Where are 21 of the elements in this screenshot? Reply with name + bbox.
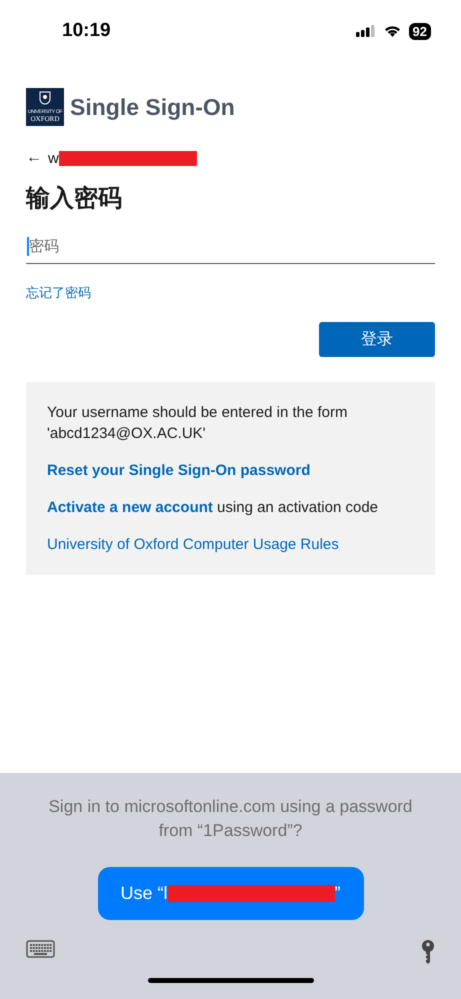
- info-text: Your username should be entered in the form 'abcd1234@OX.AC.UK': [47, 403, 348, 444]
- status-time: 10:19: [62, 20, 111, 42]
- key-icon[interactable]: [421, 940, 435, 964]
- page-heading: 输入密码: [26, 184, 123, 214]
- keyboard-icon[interactable]: [26, 940, 55, 958]
- use-password-button[interactable]: Use “l ”: [98, 867, 364, 920]
- back-button[interactable]: ←: [26, 149, 42, 167]
- activate-account-link[interactable]: Activate a new account: [47, 499, 213, 516]
- info-link[interactable]: University of Oxford Computer Usage Rules: [47, 534, 339, 555]
- page-title: Single Sign-On: [70, 94, 235, 120]
- crest-icon: [39, 91, 51, 105]
- signal-icon: [356, 25, 376, 37]
- forgot-password-link[interactable]: 忘记了密码: [26, 284, 91, 302]
- info-link[interactable]: Reset your Single Sign-On password: [47, 460, 310, 481]
- info-text: Activate a new account using an activation code: [47, 498, 380, 518]
- password-field[interactable]: 密码: [26, 230, 435, 264]
- sign-in-button[interactable]: 登录: [319, 322, 435, 357]
- suggestion-message: Sign in to microsoftonline.com using a password from “1Password”?: [48, 796, 414, 842]
- battery-level: 92: [408, 22, 431, 40]
- account-name: w: [48, 150, 59, 166]
- wifi-icon: [384, 25, 401, 37]
